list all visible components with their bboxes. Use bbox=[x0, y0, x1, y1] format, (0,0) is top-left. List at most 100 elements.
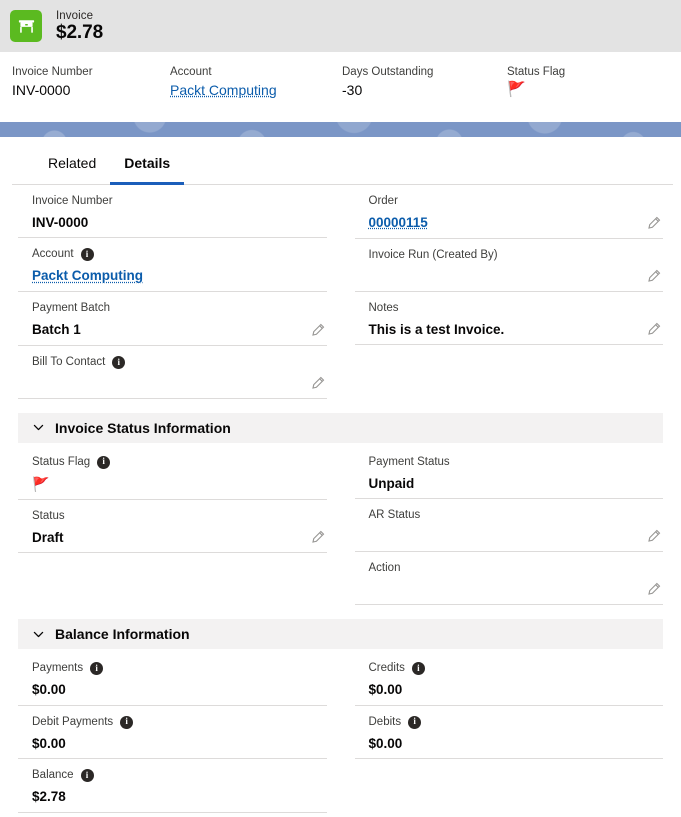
account-link[interactable]: Packt Computing bbox=[32, 267, 143, 285]
field-value: INV-0000 bbox=[32, 214, 89, 230]
status-flag-icon: 🚩 bbox=[507, 81, 526, 98]
field-value: Draft bbox=[32, 529, 64, 545]
field-label-text: AR Status bbox=[368, 509, 421, 522]
chevron-down-icon bbox=[33, 425, 44, 431]
field-value: $2.78 bbox=[32, 789, 66, 805]
balance-left-column: Payments i $0.00 Debit Payments i $0.00 … bbox=[18, 652, 327, 813]
highlight-value: -30 bbox=[342, 82, 363, 98]
info-icon[interactable]: i bbox=[408, 715, 422, 729]
field-label-text: Debit Payments bbox=[32, 715, 114, 728]
field-label-text: Action bbox=[368, 562, 401, 575]
field-account: Account i Packt Computing bbox=[18, 238, 327, 293]
field-label: Credits i bbox=[369, 661, 664, 676]
edit-pencil-icon[interactable] bbox=[646, 269, 661, 284]
field-value: $0.00 bbox=[32, 735, 66, 751]
field-value: $0.00 bbox=[368, 735, 403, 751]
field-value: $0.00 bbox=[32, 682, 66, 698]
tab-related[interactable]: Related bbox=[34, 155, 110, 185]
field-payments: Payments i $0.00 bbox=[18, 652, 327, 706]
field-label: Debit Payments i bbox=[32, 715, 327, 730]
field-label-text: Invoice Number bbox=[32, 195, 113, 207]
highlight-value: INV-0000 bbox=[12, 82, 71, 98]
status-right-column: Payment Status Unpaid AR Status Action bbox=[354, 446, 664, 606]
field-invoice-number: Invoice Number INV-0000 bbox=[18, 185, 327, 239]
record-title-block: Invoice $2.78 bbox=[56, 10, 103, 43]
edit-pencil-icon[interactable] bbox=[646, 529, 661, 544]
field-value bbox=[369, 528, 664, 545]
chevron-down-icon bbox=[33, 631, 44, 637]
highlight-label: Account bbox=[170, 66, 212, 78]
field-debit-payments: Debit Payments i $0.00 bbox=[18, 706, 327, 760]
field-value bbox=[369, 268, 664, 285]
field-label: Action bbox=[369, 561, 664, 576]
field-ar-status: AR Status bbox=[354, 499, 664, 553]
info-icon[interactable]: i bbox=[80, 248, 94, 262]
info-icon[interactable]: i bbox=[411, 662, 425, 676]
field-label: Debits i bbox=[369, 715, 664, 730]
highlight-field-account: Account Packt Computing bbox=[158, 66, 330, 120]
tab-details[interactable]: Details bbox=[110, 155, 185, 185]
edit-pencil-icon[interactable] bbox=[646, 216, 661, 231]
section-header-balance-information[interactable]: Balance Information bbox=[18, 619, 663, 650]
field-debits: Debits i $0.00 bbox=[354, 706, 664, 760]
info-icon[interactable]: i bbox=[120, 715, 134, 729]
info-icon[interactable]: i bbox=[112, 355, 126, 369]
field-label-text: Account bbox=[32, 248, 74, 261]
field-label: Invoice Run (Created By) bbox=[369, 248, 664, 263]
decorative-banner bbox=[0, 120, 681, 137]
status-left-column: Status Flag i 🚩 Status Draft bbox=[18, 446, 327, 605]
field-label-text: Invoice Run (Created By) bbox=[368, 248, 498, 261]
highlights-field-row: Invoice Number INV-0000 Account Packt Co… bbox=[0, 52, 681, 120]
field-invoice-run: Invoice Run (Created By) bbox=[354, 239, 664, 292]
field-label: Status bbox=[32, 509, 327, 524]
field-label-text: Status bbox=[32, 509, 65, 522]
field-label: Payment Status bbox=[369, 455, 664, 470]
highlight-label: Days Outstanding bbox=[342, 66, 434, 78]
field-label-text: Bill To Contact bbox=[32, 355, 106, 368]
status-flag-icon: 🚩 bbox=[32, 475, 50, 492]
field-label: Bill To Contact i bbox=[32, 355, 327, 370]
edit-pencil-icon[interactable] bbox=[646, 322, 661, 337]
account-link[interactable]: Packt Computing bbox=[170, 82, 330, 98]
field-value: Unpaid bbox=[368, 475, 415, 491]
field-label-text: Payments bbox=[32, 662, 84, 675]
info-icon[interactable]: i bbox=[90, 662, 104, 676]
field-label-text: Notes bbox=[368, 301, 399, 314]
info-icon[interactable]: i bbox=[97, 455, 111, 469]
field-value: $0.00 bbox=[368, 682, 403, 698]
record-tabs: Related Details bbox=[12, 137, 673, 185]
highlight-field-invoice-number: Invoice Number INV-0000 bbox=[0, 66, 158, 120]
info-icon[interactable]: i bbox=[80, 769, 94, 783]
field-value: Batch 1 bbox=[32, 322, 81, 338]
field-label: Status Flag i bbox=[32, 455, 327, 470]
field-payment-batch: Payment Batch Batch 1 bbox=[18, 292, 327, 346]
section-header-invoice-status-information[interactable]: Invoice Status Information bbox=[18, 412, 663, 443]
details-form: Invoice Number INV-0000 Account i Packt … bbox=[0, 185, 681, 813]
field-label: Payment Batch bbox=[32, 301, 327, 316]
field-label-text: Payment Status bbox=[368, 455, 450, 468]
section-title: Invoice Status Information bbox=[55, 419, 231, 436]
order-link[interactable]: 00000115 bbox=[369, 214, 428, 232]
field-value bbox=[32, 375, 327, 392]
record-title: $2.78 bbox=[56, 21, 104, 43]
field-label: Order bbox=[369, 194, 664, 209]
edit-pencil-icon[interactable] bbox=[310, 530, 325, 545]
details-right-column: Order 00000115 Invoice Run (Created By) bbox=[354, 185, 664, 399]
field-label: Balance i bbox=[32, 768, 327, 783]
edit-pencil-icon[interactable] bbox=[310, 323, 325, 338]
field-label: Invoice Number bbox=[32, 194, 327, 209]
field-status: Status Draft bbox=[18, 500, 327, 554]
field-label-text: Payment Batch bbox=[32, 302, 110, 315]
field-label: Payments i bbox=[32, 661, 327, 676]
edit-pencil-icon[interactable] bbox=[310, 376, 325, 391]
field-value bbox=[369, 581, 664, 598]
field-label-text: Debits bbox=[368, 715, 402, 728]
invoice-app-icon bbox=[10, 10, 42, 42]
field-notes: Notes This is a test Invoice. bbox=[354, 292, 663, 346]
field-label-text: Balance bbox=[32, 769, 74, 782]
record-type-label: Invoice bbox=[56, 9, 94, 22]
edit-pencil-icon[interactable] bbox=[646, 582, 661, 597]
field-label-text: Order bbox=[368, 195, 398, 207]
field-label-text: Credits bbox=[368, 662, 405, 675]
field-balance: Balance i $2.78 bbox=[18, 759, 327, 813]
